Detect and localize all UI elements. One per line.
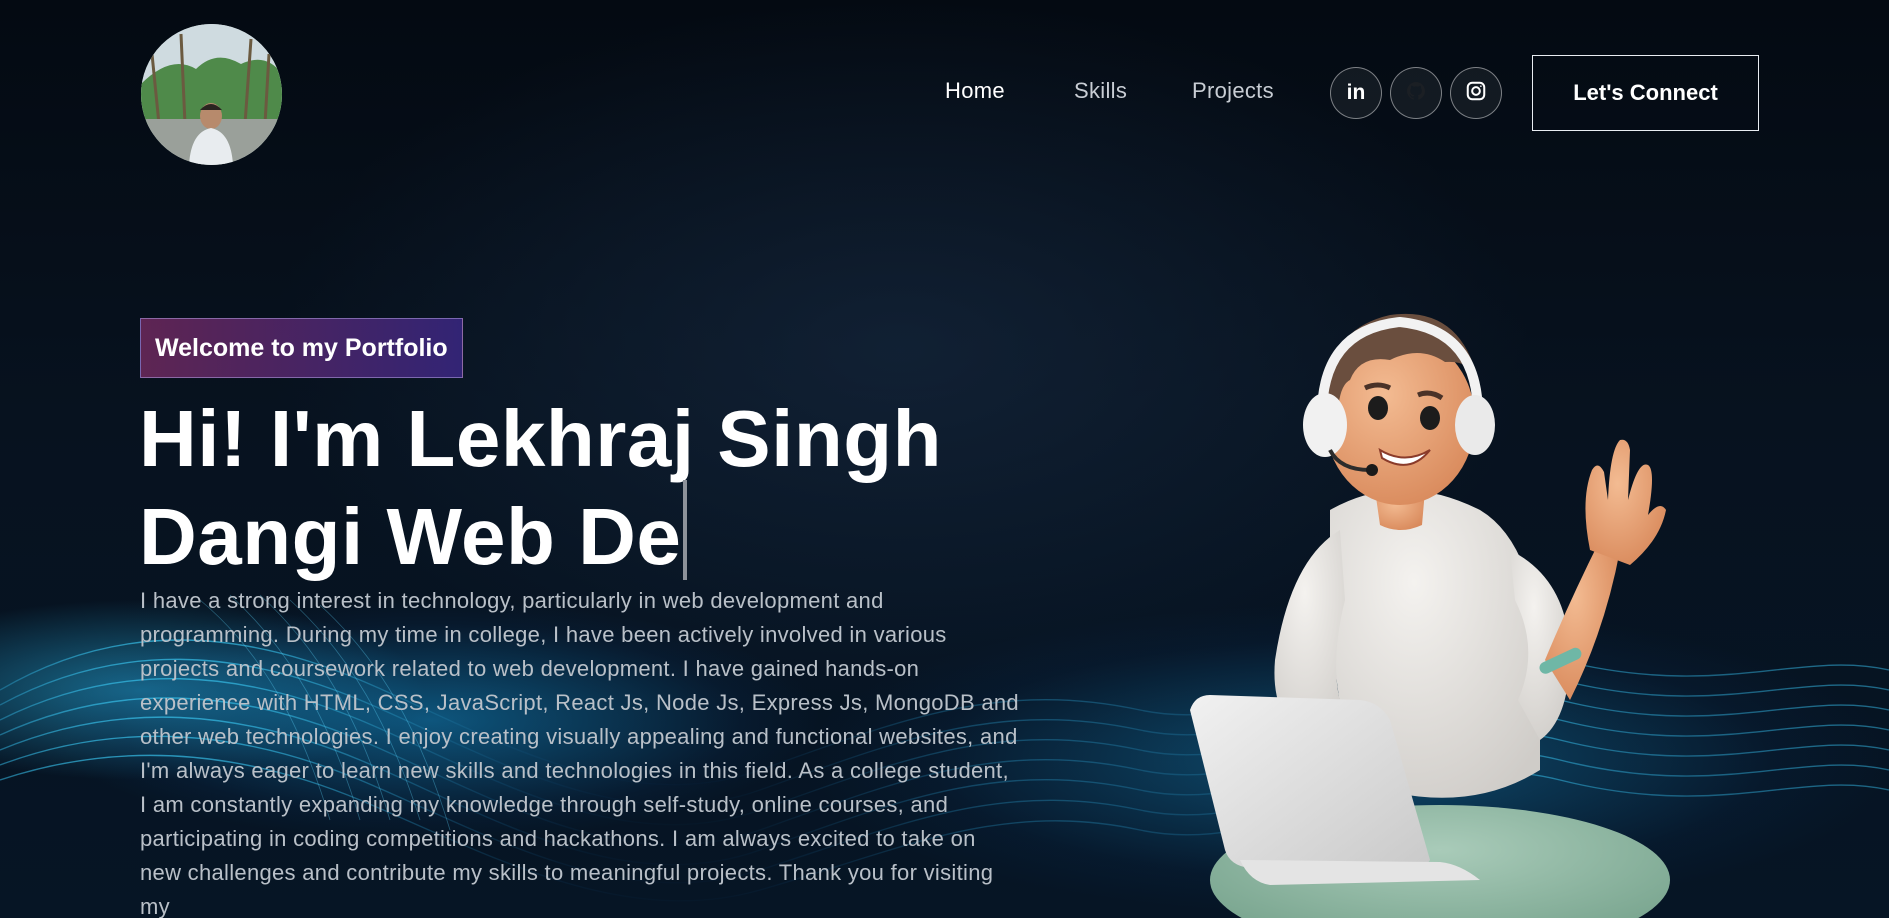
nav-home[interactable]: Home xyxy=(945,78,1005,112)
portfolio-page: Home Skills Projects in Let's Connect We… xyxy=(0,0,1889,918)
welcome-tagline: Welcome to my Portfolio xyxy=(140,318,463,378)
typing-cursor xyxy=(683,480,688,580)
lets-connect-button[interactable]: Let's Connect xyxy=(1532,55,1759,131)
github-button[interactable] xyxy=(1390,67,1442,119)
waving-developer-illustration xyxy=(1190,313,1670,918)
hero-title-line1: Hi! I'm Lekhraj Singh xyxy=(139,394,942,483)
instagram-icon xyxy=(1465,80,1487,106)
hero-bio: I have a strong interest in technology, … xyxy=(140,588,1019,918)
linkedin-icon: in xyxy=(1346,81,1366,104)
nav-projects[interactable]: Projects xyxy=(1192,78,1274,112)
nav-skills[interactable]: Skills xyxy=(1074,78,1127,112)
hero-title: Hi! I'm Lekhraj Singh Dangi Web De xyxy=(139,398,959,580)
github-icon xyxy=(1407,82,1426,104)
hero-title-line2: Dangi Web De xyxy=(139,492,682,581)
profile-avatar xyxy=(141,24,282,165)
instagram-button[interactable] xyxy=(1450,67,1502,119)
linkedin-button[interactable]: in xyxy=(1330,67,1382,119)
